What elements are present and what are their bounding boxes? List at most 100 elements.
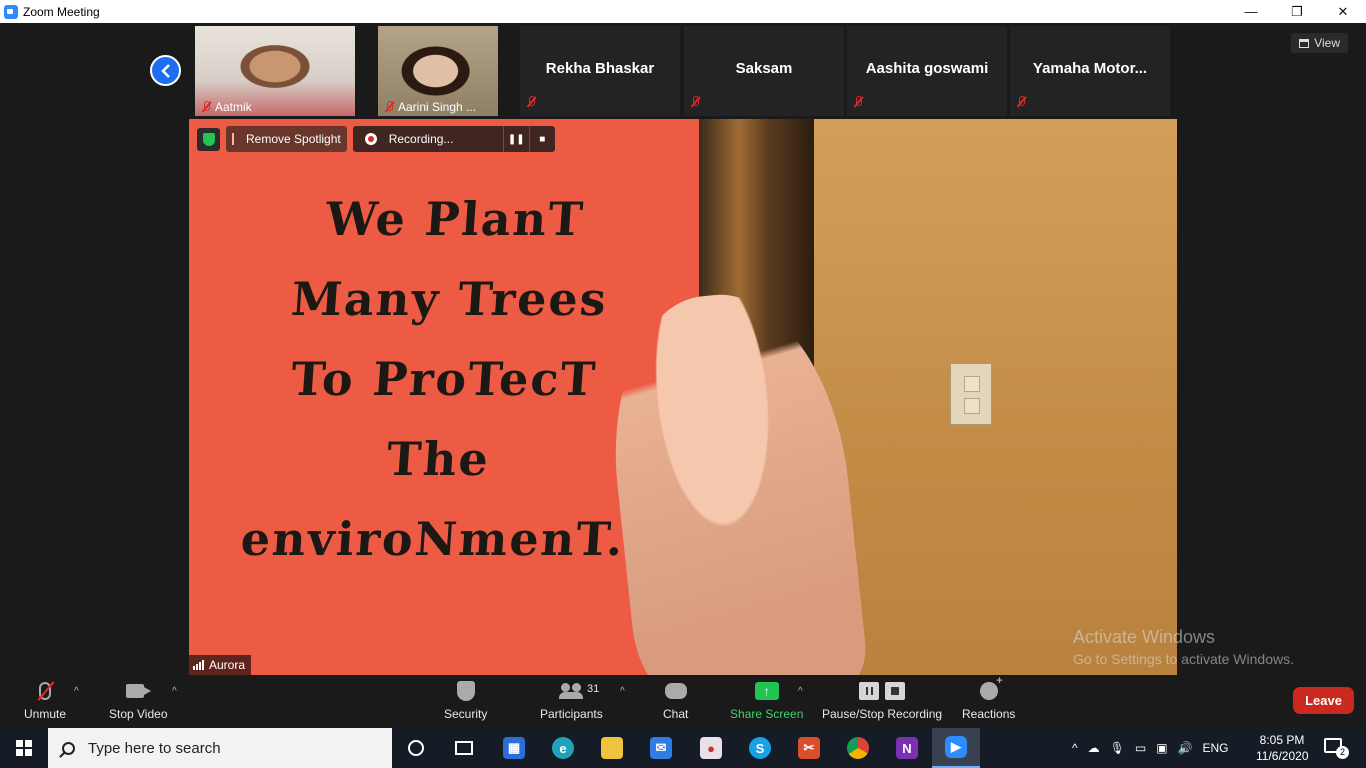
skype-icon: S xyxy=(749,737,771,759)
unmute-button[interactable]: Unmute xyxy=(24,680,66,721)
chat-bubble-icon xyxy=(664,683,687,699)
participants-options-caret[interactable]: ^ xyxy=(620,686,625,697)
participants-count: 31 xyxy=(587,683,600,695)
speaker-name: Aurora xyxy=(209,658,246,672)
onedrive-cloud-icon[interactable]: ☁ xyxy=(1088,741,1100,755)
zoom-icon: ▶ xyxy=(945,736,967,758)
pause-stop-recording-label: Pause/Stop Recording xyxy=(822,707,943,721)
participant-name: Saksam xyxy=(735,60,793,77)
edge-icon: e xyxy=(552,737,574,759)
search-icon xyxy=(62,741,75,755)
zoom-app-icon xyxy=(4,4,18,19)
previous-page-button[interactable] xyxy=(150,55,181,86)
window-titlebar: Zoom Meeting — ❐ ✕ xyxy=(0,0,1366,23)
pause-stop-recording-button[interactable]: Pause/Stop Recording xyxy=(822,680,942,721)
meeting-area: Aatmik Aarini Singh ... Rekha Bhaskar Sa… xyxy=(0,23,1366,675)
taskbar-mail[interactable]: ✉ xyxy=(637,728,685,768)
participant-name: Aatmik xyxy=(215,100,252,114)
signal-strength-icon xyxy=(193,660,204,670)
activate-windows-watermark: Activate Windows Go to Settings to activ… xyxy=(1073,627,1294,667)
start-button[interactable] xyxy=(0,728,48,768)
volume-icon[interactable]: 🔊 xyxy=(1178,741,1193,755)
pin-icon xyxy=(232,133,240,145)
taskbar-edge[interactable]: e xyxy=(539,728,587,768)
windows-taskbar: Type here to search ▦ e ✉ ● S ✂ N ▶ ^ ☁ … xyxy=(0,728,1366,768)
share-screen-arrow-icon: ↑ xyxy=(754,682,779,700)
taskbar-search-box[interactable]: Type here to search xyxy=(48,728,392,768)
remove-spotlight-label: Remove Spotlight xyxy=(246,132,341,146)
watermark-subtext: Go to Settings to activate Windows. xyxy=(1073,651,1294,667)
meeting-toolbar: Unmute ^ Stop Video ^ Security Participa… xyxy=(0,675,1366,728)
taskbar-paint[interactable]: ● xyxy=(687,728,735,768)
microphone-muted-icon xyxy=(39,682,52,700)
leave-meeting-button[interactable]: Leave xyxy=(1293,687,1354,714)
participant-tile-rekha[interactable]: Rekha Bhaskar xyxy=(520,26,680,116)
pause-icon xyxy=(859,682,880,700)
reaction-smiley-icon xyxy=(979,675,1003,700)
participants-icon xyxy=(559,683,584,699)
onenote-icon: N xyxy=(896,737,918,759)
participant-tile-saksam[interactable]: Saksam xyxy=(684,26,844,116)
cortana-icon xyxy=(408,740,424,756)
microphone-tray-icon[interactable]: 🎙 xyxy=(1110,741,1125,755)
participant-tile-aatmik[interactable]: Aatmik xyxy=(195,26,355,116)
taskbar-chrome[interactable] xyxy=(834,728,882,768)
taskbar-file-explorer[interactable] xyxy=(588,728,636,768)
encryption-shield-icon[interactable] xyxy=(197,127,220,151)
record-icon xyxy=(364,133,377,145)
stop-icon xyxy=(885,682,906,700)
show-hidden-icons-chevron[interactable]: ^ xyxy=(1072,741,1078,755)
close-button[interactable]: ✕ xyxy=(1320,0,1366,23)
participant-name: Aarini Singh ... xyxy=(398,100,477,114)
muted-mic-icon xyxy=(384,101,394,113)
muted-mic-icon xyxy=(1016,96,1026,108)
task-view-button[interactable] xyxy=(440,728,488,768)
security-button[interactable]: Security xyxy=(444,680,487,721)
share-screen-button[interactable]: ↑ Share Screen xyxy=(730,680,803,721)
taskbar-zoom[interactable]: ▶ xyxy=(932,728,980,768)
video-options-caret[interactable]: ^ xyxy=(172,686,177,697)
chrome-icon xyxy=(847,737,869,759)
scissors-icon: ✂ xyxy=(798,737,820,759)
language-indicator[interactable]: ENG xyxy=(1203,741,1229,755)
network-icon[interactable]: ▣ xyxy=(1156,741,1167,755)
participant-tile-yamaha[interactable]: Yamaha Motor... xyxy=(1010,26,1170,116)
participant-name: Aashita goswami xyxy=(865,60,989,77)
taskbar-skype[interactable]: S xyxy=(736,728,784,768)
view-button-label: View xyxy=(1314,36,1340,50)
security-shield-icon xyxy=(456,681,475,701)
chevron-left-icon xyxy=(160,63,170,78)
pause-recording-button[interactable]: ❚❚ xyxy=(502,126,529,152)
audio-options-caret[interactable]: ^ xyxy=(74,686,79,697)
participant-name: Yamaha Motor... xyxy=(1032,60,1148,77)
clock-time: 8:05 PM xyxy=(1259,733,1305,747)
paint-palette-icon: ● xyxy=(700,737,722,759)
participant-tile-aashita[interactable]: Aashita goswami xyxy=(847,26,1007,116)
light-switch xyxy=(950,363,992,425)
chat-button[interactable]: Chat xyxy=(663,680,688,721)
minimize-button[interactable]: — xyxy=(1228,0,1274,23)
watermark-heading: Activate Windows xyxy=(1073,627,1216,647)
unmute-label: Unmute xyxy=(24,707,67,721)
view-grid-icon xyxy=(1299,38,1310,48)
participant-tile-aarini[interactable]: Aarini Singh ... xyxy=(378,26,498,116)
remove-spotlight-button[interactable]: Remove Spotlight xyxy=(226,126,347,152)
share-options-caret[interactable]: ^ xyxy=(798,686,803,697)
battery-icon[interactable]: ▭ xyxy=(1135,741,1146,755)
speaker-name-label: Aurora xyxy=(189,655,252,675)
view-button[interactable]: View xyxy=(1291,33,1348,53)
taskbar-store[interactable]: ▦ xyxy=(490,728,538,768)
muted-mic-icon xyxy=(690,96,700,108)
stop-recording-button[interactable]: ■ xyxy=(528,126,555,152)
participants-label: Participants xyxy=(540,707,603,721)
taskbar-snipping-tool[interactable]: ✂ xyxy=(785,728,833,768)
taskbar-onenote[interactable]: N xyxy=(883,728,931,768)
stop-video-button[interactable]: Stop Video xyxy=(109,680,168,721)
cortana-button[interactable] xyxy=(392,728,440,768)
taskbar-clock[interactable]: 8:05 PM 11/6/2020 xyxy=(1256,732,1309,764)
chat-label: Chat xyxy=(663,707,689,721)
restore-button[interactable]: ❐ xyxy=(1274,0,1320,23)
reactions-button[interactable]: Reactions xyxy=(962,675,1015,721)
task-view-icon xyxy=(455,741,473,755)
spotlight-video[interactable]: We PlanT Many Trees To ProTecT The envir… xyxy=(189,119,1177,675)
